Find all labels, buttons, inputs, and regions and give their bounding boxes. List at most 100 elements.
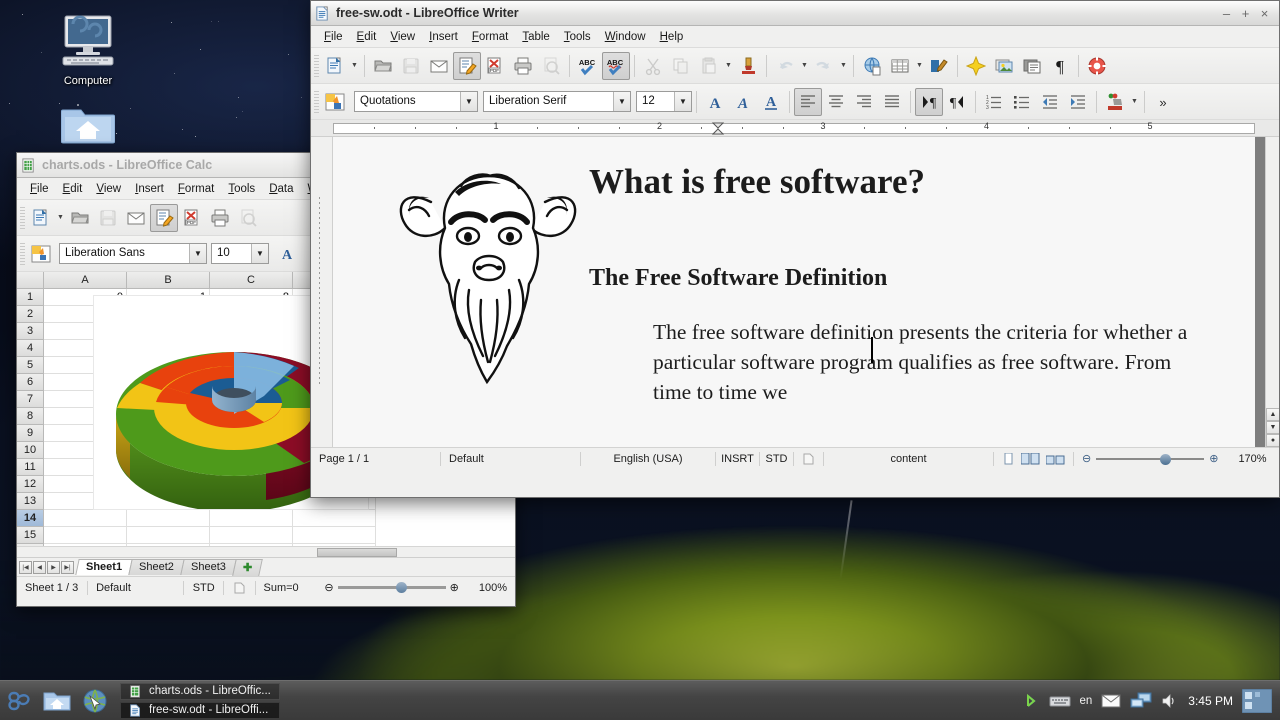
dropdown-arrow[interactable]: ▼ (1129, 88, 1140, 116)
toolbar-grip[interactable] (20, 242, 25, 265)
writer-titlebar[interactable]: free-sw.odt - LibreOffice Writer – + × (311, 1, 1279, 26)
maximize-button[interactable]: + (1237, 5, 1254, 22)
column-header-B[interactable]: B (127, 272, 210, 288)
menu-item-tools[interactable]: Tools (221, 181, 262, 197)
row-header-2[interactable]: 2 (17, 306, 44, 323)
chevron-down-icon[interactable]: ▼ (613, 92, 630, 111)
dropdown-arrow[interactable]: ▼ (914, 52, 925, 80)
toolbar-grip[interactable] (314, 54, 319, 77)
hyperlink-button[interactable] (858, 52, 886, 80)
zoom-in-icon[interactable]: ⊕ (450, 581, 459, 594)
cell[interactable] (127, 544, 210, 546)
minimize-button[interactable]: – (1218, 5, 1235, 22)
row-header-9[interactable]: 9 (17, 425, 44, 442)
insert-table-button[interactable] (886, 52, 914, 80)
menu-item-table[interactable]: Table (515, 29, 557, 45)
calc-sheet-tabs[interactable]: |◀ ◀ ▶ ▶| Sheet1 Sheet2 Sheet3 ✚ (17, 557, 515, 576)
italic-button[interactable]: A (729, 88, 757, 116)
writer-zoom-value[interactable]: 170% (1230, 452, 1274, 466)
menu-item-format[interactable]: Format (171, 181, 221, 197)
align-left-button[interactable] (794, 87, 822, 116)
row-header-11[interactable]: 11 (17, 459, 44, 476)
desktop-icon-computer[interactable]: Computer (40, 14, 136, 87)
writer-selection-mode[interactable]: STD (760, 451, 794, 466)
scrollbar-thumb[interactable] (317, 547, 397, 557)
email-button[interactable] (425, 52, 453, 80)
justified-button[interactable] (878, 88, 906, 116)
mail-icon[interactable] (1101, 694, 1121, 708)
menu-item-view[interactable]: View (383, 29, 422, 45)
spelling-button[interactable]: ABC (574, 52, 602, 80)
cell[interactable] (210, 527, 293, 544)
scroll-up-button[interactable]: ▲ (1266, 408, 1279, 421)
writer-window[interactable]: free-sw.odt - LibreOffice Writer – + × F… (310, 0, 1280, 498)
menu-item-view[interactable]: View (89, 181, 128, 197)
sheet-tab-sheet3[interactable]: Sheet3 (180, 559, 237, 575)
redo-button[interactable] (810, 52, 838, 80)
font-color-button[interactable] (1101, 88, 1129, 116)
increase-indent-button[interactable] (1064, 88, 1092, 116)
save-button[interactable] (94, 204, 122, 232)
taskbar[interactable]: charts.ods - LibreOffic... free-sw.odt -… (0, 680, 1280, 720)
draw-functions-button[interactable] (925, 52, 953, 80)
menu-item-insert[interactable]: Insert (128, 181, 171, 197)
network-icon[interactable] (1130, 692, 1152, 710)
calc-font-size-combo[interactable]: 10 ▼ (211, 243, 269, 264)
table-row[interactable] (44, 527, 515, 544)
insert-text-box-button[interactable] (1018, 52, 1046, 80)
cell[interactable] (293, 510, 376, 527)
cell[interactable] (44, 527, 127, 544)
table-row[interactable] (44, 510, 515, 527)
scroll-down-button[interactable]: ▼ (1266, 421, 1279, 434)
zoom-out-icon[interactable]: ⊖ (1082, 452, 1091, 465)
zoom-out-icon[interactable]: ⊖ (324, 581, 333, 594)
show-desktop-icon[interactable] (1242, 688, 1272, 713)
new-document-button[interactable] (321, 52, 349, 80)
calc-zoom-slider[interactable]: ⊖ ⊕ (316, 581, 466, 595)
bold-button[interactable]: A (701, 88, 729, 116)
toolbar-grip[interactable] (20, 206, 25, 229)
dropdown-arrow[interactable]: ▼ (349, 52, 360, 80)
web-browser-icon[interactable] (76, 682, 114, 720)
column-header-C[interactable]: C (210, 272, 293, 288)
open-button[interactable] (66, 204, 94, 232)
cell[interactable] (293, 527, 376, 544)
help-button[interactable] (1083, 52, 1111, 80)
open-button[interactable] (369, 52, 397, 80)
unordered-list-button[interactable] (1008, 88, 1036, 116)
row-header-5[interactable]: 5 (17, 357, 44, 374)
book-view-icon[interactable] (1046, 453, 1065, 465)
row-header-12[interactable]: 12 (17, 476, 44, 493)
cell[interactable] (210, 510, 293, 527)
print-button[interactable] (509, 52, 537, 80)
previous-sheet-button[interactable]: ◀ (33, 560, 46, 574)
align-center-button[interactable] (822, 88, 850, 116)
menu-item-file[interactable]: File (23, 181, 56, 197)
clone-formatting-button[interactable] (734, 52, 762, 80)
row-header-14[interactable]: 14 (17, 510, 44, 527)
select-all-corner[interactable] (17, 272, 44, 288)
underline-button[interactable]: A (757, 88, 785, 116)
menu-item-window[interactable]: Window (598, 29, 653, 45)
writer-page[interactable]: What is free software? The Free Software… (333, 137, 1255, 447)
row-header-16[interactable]: 16 (17, 544, 44, 546)
cell[interactable] (293, 544, 376, 546)
writer-menubar[interactable]: File Edit View Insert Format Table Tools Window… (311, 26, 1279, 48)
rtl-text-direction-button[interactable]: ¶ (943, 88, 971, 116)
print-preview-button[interactable] (537, 52, 565, 80)
row-header-13[interactable]: 13 (17, 493, 44, 510)
menu-item-edit[interactable]: Edit (56, 181, 90, 197)
writer-vertical-scrollbar[interactable]: ▲ ▼ ● (1265, 137, 1279, 447)
dropdown-arrow[interactable]: ▼ (55, 204, 66, 232)
first-sheet-button[interactable]: |◀ (19, 560, 32, 574)
desktop-icon-home-folder[interactable] (40, 102, 136, 149)
indent-marker-icon[interactable] (711, 122, 725, 135)
row-header-1[interactable]: 1 (17, 289, 44, 306)
sheet-tab-sheet1[interactable]: Sheet1 (75, 559, 133, 575)
chevron-down-icon[interactable]: ▼ (251, 244, 268, 263)
calc-horizontal-scrollbar[interactable] (17, 546, 515, 557)
new-document-button[interactable] (27, 204, 55, 232)
writer-zoom-slider[interactable]: ⊖ ⊕ (1074, 452, 1226, 466)
edit-mode-button[interactable] (453, 51, 481, 80)
writer-formatting-toolbar[interactable]: Quotations ▼ Liberation Serif ▼ 12 ▼ AAA… (311, 84, 1279, 120)
